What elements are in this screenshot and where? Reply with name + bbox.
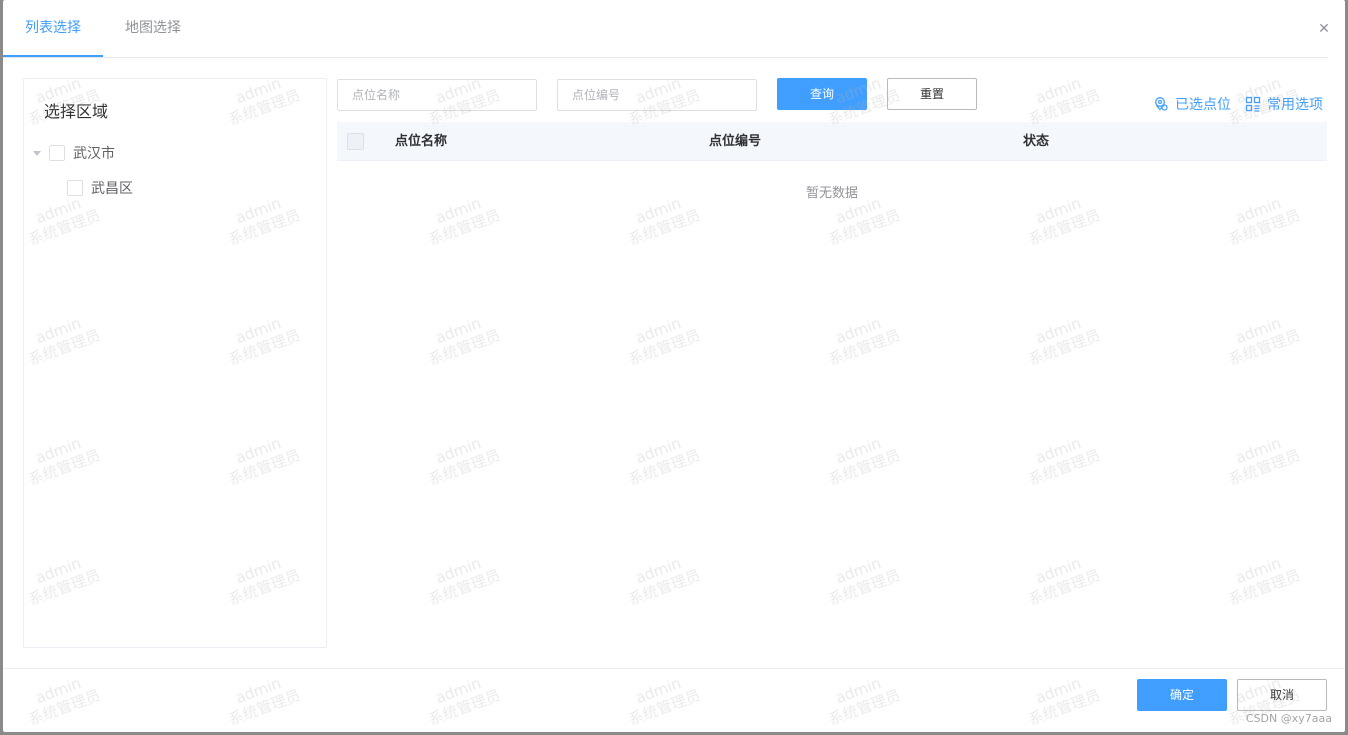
cancel-button[interactable]: 取消 (1237, 679, 1327, 711)
reset-button[interactable]: 重置 (887, 78, 977, 110)
footer-divider (3, 668, 1345, 669)
tree-node-label: 武昌区 (91, 181, 133, 197)
selected-points-link[interactable]: 已选点位 (1153, 95, 1231, 113)
tab-map-select[interactable]: 地图选择 (103, 0, 203, 57)
csdn-credit: CSDN @xy7aaa (1245, 712, 1332, 725)
confirm-button[interactable]: 确定 (1137, 679, 1227, 711)
tab-bar: 列表选择 地图选择 (3, 0, 1328, 58)
column-header-point-code: 点位编号 (709, 134, 762, 149)
region-title: 选择区域 (44, 102, 109, 121)
tree-node-label: 武汉市 (73, 146, 115, 162)
common-options-label: 常用选项 (1267, 97, 1323, 113)
table-empty-text: 暂无数据 (805, 186, 858, 201)
region-panel: 选择区域 武汉市 武昌区 (23, 78, 327, 648)
point-code-input[interactable] (557, 79, 757, 111)
column-header-status: 状态 (1023, 134, 1050, 149)
grid-icon (1245, 96, 1261, 112)
close-icon[interactable]: ✕ (1317, 22, 1331, 36)
select-all-checkbox[interactable] (347, 133, 364, 150)
table-header: 点位名称 点位编号 状态 (337, 122, 1327, 161)
point-name-input[interactable] (337, 79, 537, 111)
query-button[interactable]: 查询 (777, 78, 867, 110)
common-options-link[interactable]: 常用选项 (1245, 95, 1323, 113)
tree-checkbox-wuchang[interactable] (67, 180, 83, 196)
location-pin-icon (1155, 97, 1168, 111)
point-select-dialog: 列表选择 地图选择 ✕ 选择区域 武汉市 武昌区 查询 重置 已选点位 (3, 0, 1345, 732)
caret-down-icon[interactable] (33, 150, 41, 156)
tree-node-wuhan[interactable]: 武汉市 (33, 142, 115, 164)
tab-list-select[interactable]: 列表选择 (3, 0, 103, 57)
selected-points-label: 已选点位 (1175, 97, 1231, 113)
active-tab-indicator (3, 55, 103, 57)
tree-checkbox-wuhan[interactable] (49, 145, 65, 161)
column-header-point-name: 点位名称 (395, 134, 448, 149)
tree-node-wuchang[interactable]: 武昌区 (67, 177, 133, 199)
